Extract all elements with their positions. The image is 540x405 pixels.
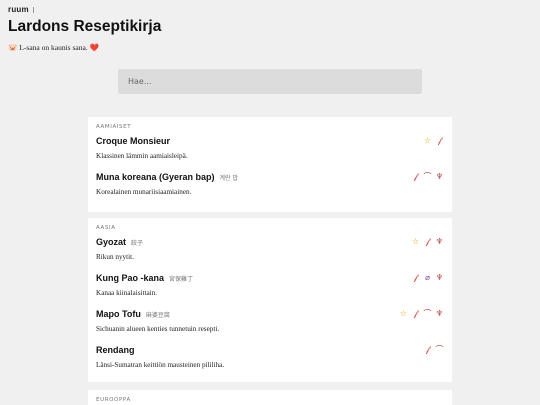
star-icon[interactable]: ☆ <box>399 309 408 318</box>
logo[interactable]: ruum <box>8 5 29 14</box>
search-input[interactable] <box>118 69 422 94</box>
recipe-name[interactable]: Gyozat <box>96 237 126 247</box>
mushroom-icon: ♆ <box>435 237 444 246</box>
recipe-name[interactable]: Kung Pao -kana <box>96 273 164 283</box>
recipe-native-name: 宮保雞丁 <box>169 276 194 283</box>
recipe-name[interactable]: Muna koreana (Gyeran bap) <box>96 172 215 182</box>
section-title: AAMIAISET <box>96 124 132 130</box>
section-aamiaiset: AAMIAISET Croque Monsieur Klassinen lämm… <box>88 117 452 212</box>
chili-icon: 𝒻 <box>413 309 418 318</box>
star-icon[interactable]: ☆ <box>411 237 420 246</box>
recipe-description: Sichuanin alueen kenties tunnetuin resep… <box>96 325 220 333</box>
pig-icon: 🐷 <box>8 43 18 52</box>
section-title: AASIA <box>96 225 116 231</box>
recipe-card[interactable]: Gyozat 餃子 Rikun nyytit. ☆ 𝒻 ♆ <box>96 237 444 273</box>
recipe-name-row: Mapo Tofu 麻婆豆腐 <box>96 309 444 319</box>
recipe-name[interactable]: Croque Monsieur <box>96 136 170 146</box>
recipe-icons: ☆ 𝒻 ⌒ ♆ <box>399 309 444 318</box>
recipe-native-name: 餃子 <box>131 240 144 247</box>
recipe-description: Klassinen lämmin aamiaisleipä. <box>96 152 188 160</box>
recipe-name-row: Kung Pao -kana 宮保雞丁 <box>96 273 444 283</box>
recipe-name[interactable]: Mapo Tofu <box>96 309 141 319</box>
chili-icon: 𝒻 <box>413 172 418 181</box>
page-title: Lardons Reseptikirja <box>8 18 162 35</box>
section-aasia: AASIA Gyozat 餃子 Rikun nyytit. ☆ 𝒻 ♆ Kung… <box>88 218 452 382</box>
recipe-card[interactable]: Muna koreana (Gyeran bap) 계란 밥 Korealain… <box>96 172 444 208</box>
recipe-icons: 𝒻 ⌀ ♆ <box>411 273 444 282</box>
recipe-name-row: Croque Monsieur <box>96 136 444 146</box>
recipe-description: Kanaa kiinalaisittain. <box>96 289 158 297</box>
eggplant-icon: ⌀ <box>425 273 430 282</box>
recipe-name-row: Rendang <box>96 345 444 355</box>
recipe-card[interactable]: Rendang Länsi-Sumatran keittiön maustein… <box>96 345 444 381</box>
chili-icon: 𝒻 <box>413 273 418 282</box>
recipe-icons: 𝒻 ⌒ ♆ <box>411 172 444 181</box>
heart-icon: ❤️ <box>89 43 100 52</box>
tagline-text: L-sana on kaunis sana. <box>19 43 88 52</box>
mushroom-icon: ♆ <box>435 309 444 318</box>
recipe-name[interactable]: Rendang <box>96 345 135 355</box>
carrot-icon: ⌒ <box>423 172 432 181</box>
recipe-icons: ☆ 𝒻 ♆ <box>411 237 444 246</box>
star-icon[interactable]: ☆ <box>423 136 432 145</box>
top-bar: ruum <box>8 5 34 14</box>
recipe-name-row: Muna koreana (Gyeran bap) 계란 밥 <box>96 172 444 182</box>
chili-icon: 𝒻 <box>437 136 442 145</box>
carrot-icon: ⌒ <box>435 345 444 354</box>
recipe-card[interactable]: Croque Monsieur Klassinen lämmin aamiais… <box>96 136 444 172</box>
tagline: 🐷 L-sana on kaunis sana. ❤️ <box>8 43 99 52</box>
chili-icon: 𝒻 <box>425 345 430 354</box>
recipe-card[interactable]: Mapo Tofu 麻婆豆腐 Sichuanin alueen kenties … <box>96 309 444 345</box>
mushroom-icon: ♆ <box>435 273 444 282</box>
mushroom-icon: ♆ <box>435 172 444 181</box>
recipe-name-row: Gyozat 餃子 <box>96 237 444 247</box>
recipe-description: Korealainen munariisiaamiainen. <box>96 188 192 196</box>
recipe-description: Länsi-Sumatran keittiön mausteinen pilil… <box>96 361 225 369</box>
section-title: EUROOPPA <box>96 397 131 403</box>
section-eurooppa: EUROOPPA <box>88 390 452 405</box>
carrot-icon: ⌒ <box>423 309 432 318</box>
recipe-icons: ☆ 𝒻 <box>423 136 444 145</box>
divider <box>32 6 34 13</box>
chili-icon: 𝒻 <box>425 237 430 246</box>
recipe-native-name: 麻婆豆腐 <box>145 312 170 319</box>
recipe-card[interactable]: Kung Pao -kana 宮保雞丁 Kanaa kiinalaisittai… <box>96 273 444 309</box>
recipe-native-name: 계란 밥 <box>219 175 238 182</box>
recipe-icons: 𝒻 ⌒ <box>423 345 444 354</box>
recipe-description: Rikun nyytit. <box>96 253 134 261</box>
